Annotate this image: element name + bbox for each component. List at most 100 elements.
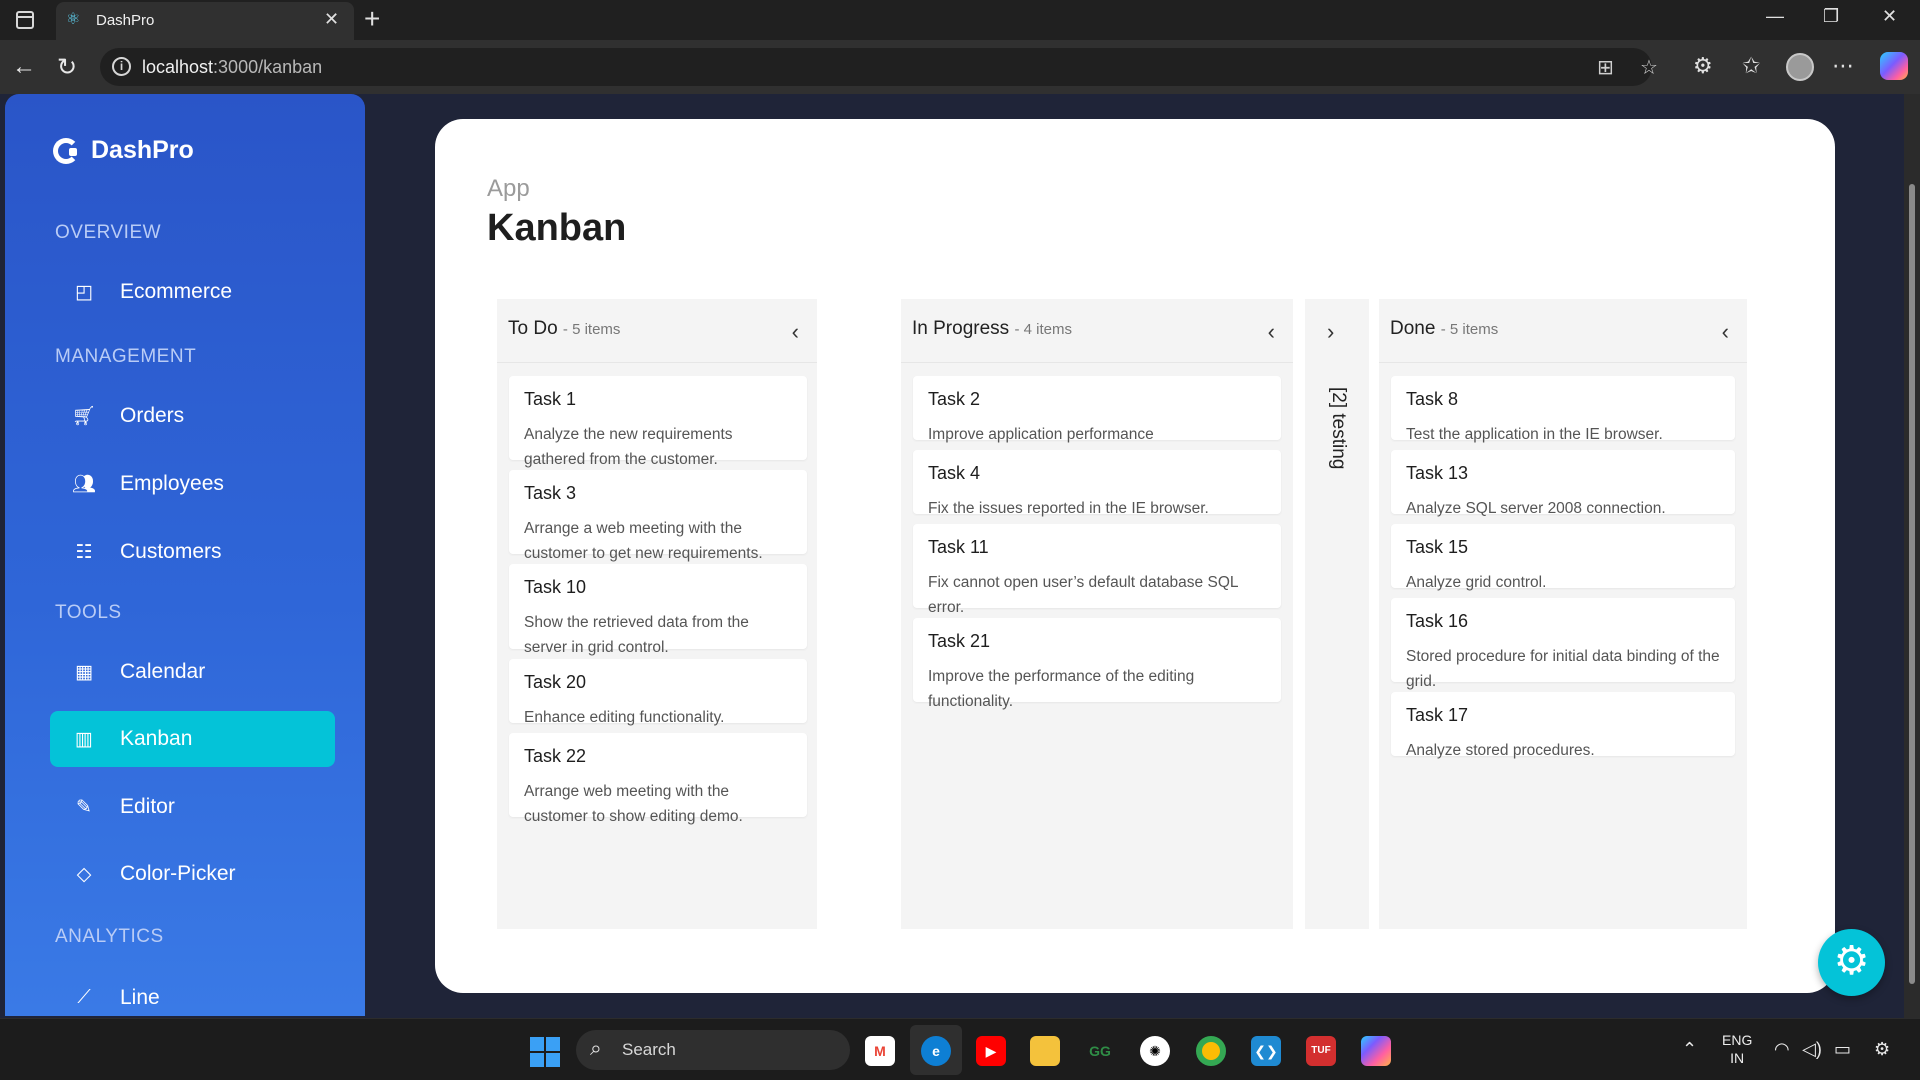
edit-icon: ✎ [76,796,92,818]
chatgpt-icon[interactable]: ✺ [1140,1036,1170,1066]
logo-icon [53,137,79,164]
app-page: DashPro OVERVIEW ◰ Ecommerce MANAGEMENT … [0,94,1920,1018]
show-hidden-icons-icon[interactable]: ⌃ [1682,1039,1697,1060]
browser-tab[interactable]: ⚛ DashPro ✕ [56,2,354,40]
kanban-card[interactable]: Task 13 Analyze SQL server 2008 connecti… [1391,450,1735,517]
card-description: Analyze SQL server 2008 connection. [1406,500,1666,517]
kanban-card[interactable]: Task 15 Analyze grid control. [1391,524,1735,591]
youtube-icon[interactable]: ▶ [976,1036,1006,1066]
column-header: Done - 5 items ‹ [1379,299,1747,363]
kanban-card[interactable]: Task 1 Analyze the new requirements gath… [509,376,807,468]
kanban-card[interactable]: Task 17 Analyze stored procedures. [1391,692,1735,759]
card-description: Improve application performance [928,426,1154,443]
collapsed-column-label: [2] testing [1328,387,1349,470]
favorite-star-icon[interactable]: ☆ [1640,55,1658,80]
cart-icon: 🛒︎ [72,406,97,427]
kanban-card[interactable]: Task 16 Stored procedure for initial dat… [1391,598,1735,690]
chrome-icon[interactable] [1196,1036,1226,1066]
tab-actions-icon[interactable] [16,11,34,29]
brand-logo[interactable]: DashPro [53,136,194,165]
line-chart-icon: ⟋ [77,987,91,1008]
page-scrollbar[interactable] [1904,94,1920,1018]
sidebar-item-customers[interactable]: ☷ Customers [50,524,335,580]
sidebar-item-calendar[interactable]: ▦ Calendar [50,644,335,700]
gmail-icon[interactable]: M [865,1036,895,1066]
language-indicator[interactable]: ENG IN [1722,1031,1752,1067]
gear-icon: ⚙ [1833,939,1870,983]
brand-name: DashPro [91,136,194,164]
kanban-card[interactable]: Task 21 Improve the performance of the e… [913,618,1281,710]
minimize-icon[interactable]: — [1766,6,1784,27]
card-description: Analyze the new requirements gathered fr… [524,426,733,468]
settings-gear-button[interactable]: ⚙ [1818,929,1885,996]
sidebar-item-employees[interactable]: 👥︎ Employees [50,456,335,512]
extensions-icon[interactable]: ⚙ [1693,53,1713,79]
collapse-chevron-icon[interactable]: ‹ [1722,319,1729,345]
card-title: Task 11 [928,537,989,557]
kanban-card[interactable]: Task 20 Enhance editing functionality. [509,659,807,726]
kanban-card[interactable]: Task 10 Show the retrieved data from the… [509,564,807,656]
sidebar-item-ecommerce[interactable]: ◰ Ecommerce [50,264,335,320]
battery-icon[interactable]: ▭ [1834,1039,1851,1060]
file-explorer-icon[interactable] [1030,1036,1060,1066]
kanban-card[interactable]: Task 4 Fix the issues reported in the IE… [913,450,1281,517]
kanban-column-done: Done - 5 items ‹ Task 8 Test the applica… [1379,299,1747,929]
geeksforgeeks-icon[interactable]: GG [1085,1036,1115,1066]
kanban-column-collapsed: › [2] testing [1305,299,1369,929]
tab-close-icon[interactable]: ✕ [324,9,339,30]
sidebar-item-editor[interactable]: ✎ Editor [50,779,335,835]
back-arrow-icon[interactable]: ← [12,53,36,81]
kanban-card[interactable]: Task 22 Arrange web meeting with the cus… [509,733,807,825]
notification-icon[interactable]: ⚙ [1874,1039,1890,1060]
kanban-card[interactable]: Task 11 Fix cannot open user’s default d… [913,524,1281,616]
collapse-chevron-icon[interactable]: ‹ [1268,319,1275,345]
address-bar[interactable]: i localhost:3000/kanban ⊞ ☆ [100,48,1658,86]
wifi-icon[interactable]: ◠ [1774,1039,1790,1060]
sidebar-item-orders[interactable]: 🛒︎ Orders [50,388,335,444]
scroll-thumb[interactable] [1909,184,1915,984]
copilot-icon[interactable] [1880,52,1908,80]
windows-logo-icon [530,1037,544,1051]
refresh-icon[interactable]: ↻ [57,53,77,82]
address-toolbar: ← ↻ i localhost:3000/kanban ⊞ ☆ ⚙ ✩ ⋯ [0,40,1920,94]
column-header: To Do - 5 items ‹ [497,299,817,363]
people-icon: 👥︎ [72,474,97,495]
more-options-icon[interactable]: ⋯ [1832,53,1854,79]
card-title: Task 4 [928,463,981,483]
sidebar-item-kanban[interactable]: ▥ Kanban [50,711,335,767]
kanban-card[interactable]: Task 3 Arrange a web meeting with the cu… [509,470,807,562]
taskbar-search[interactable]: ⌕ Search [576,1030,850,1070]
start-button[interactable] [530,1037,560,1067]
column-header: In Progress - 4 items ‹ [901,299,1293,363]
card-title: Task 1 [524,389,577,409]
sidebar-item-line[interactable]: ⟋ Line [50,970,335,1018]
tuf-icon[interactable]: TUF [1306,1036,1336,1066]
expand-chevron-icon[interactable]: › [1327,319,1334,345]
sidebar-item-label: Line [120,986,160,1009]
collapse-chevron-icon[interactable]: ‹ [792,319,799,345]
app-available-icon[interactable]: ⊞ [1597,55,1614,80]
url-text[interactable]: localhost:3000/kanban [142,57,322,78]
kanban-card[interactable]: Task 8 Test the application in the IE br… [1391,376,1735,443]
card-title: Task 16 [1406,611,1469,631]
vscode-icon[interactable]: ❮❯ [1251,1036,1281,1066]
sidebar-item-color-picker[interactable]: ◇ Color-Picker [50,846,335,902]
sidebar-item-label: Color-Picker [120,862,236,885]
section-overview: OVERVIEW [55,222,162,243]
kanban-icon: ▥ [75,728,93,750]
restore-icon[interactable]: ❐ [1823,6,1839,27]
breadcrumb: App [487,175,530,202]
card-title: Task 2 [928,389,981,409]
new-tab-icon[interactable]: + [364,3,380,35]
column-title: In Progress [912,318,1010,339]
close-window-icon[interactable]: ✕ [1882,6,1897,27]
edge-icon[interactable]: e [921,1036,951,1066]
windows-logo-icon [546,1037,560,1051]
copilot-app-icon[interactable] [1361,1036,1391,1066]
favorites-icon[interactable]: ✩ [1742,53,1760,79]
site-info-icon[interactable]: i [112,57,131,76]
volume-icon[interactable]: ◁) [1802,1039,1822,1060]
kanban-card[interactable]: Task 2 Improve application performance [913,376,1281,443]
card-description: Analyze grid control. [1406,574,1547,591]
profile-avatar[interactable] [1786,53,1814,81]
